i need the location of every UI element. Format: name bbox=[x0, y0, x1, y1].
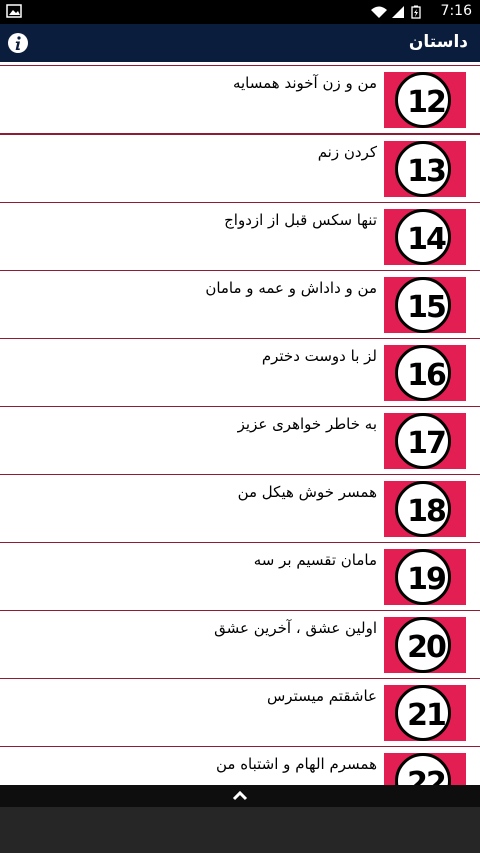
list-item[interactable]: لز با دوست دخترم 16 bbox=[0, 339, 480, 408]
number-circle: 16 bbox=[395, 345, 451, 401]
number-badge: 14 bbox=[384, 209, 466, 265]
story-number: 21 bbox=[407, 698, 447, 733]
number-circle: 19 bbox=[395, 549, 451, 605]
story-number: 13 bbox=[407, 154, 447, 189]
story-number: 15 bbox=[407, 290, 447, 325]
image-notification-icon bbox=[6, 4, 22, 18]
system-nav-bar bbox=[0, 807, 480, 853]
signal-icon bbox=[392, 6, 404, 18]
wifi-icon bbox=[371, 6, 387, 18]
story-number: 20 bbox=[407, 630, 447, 665]
story-list[interactable]: من و زن آخوند همسایه 12 کردن زنم 13 تنها… bbox=[0, 62, 480, 785]
list-item[interactable]: تنها سکس قبل از ازدواج 14 bbox=[0, 203, 480, 272]
story-number: 19 bbox=[407, 562, 447, 597]
number-badge: 18 bbox=[384, 481, 466, 537]
app-bar: داستان bbox=[0, 24, 480, 62]
story-title: همسر خوش هیکل من bbox=[237, 483, 377, 501]
list-item[interactable]: همسرم الهام و اشتباه من 22 bbox=[0, 747, 480, 785]
number-badge: 17 bbox=[384, 413, 466, 469]
story-title: کردن زنم bbox=[317, 143, 377, 161]
list-item[interactable]: اولین عشق ، آخرین عشق 20 bbox=[0, 611, 480, 680]
number-badge: 16 bbox=[384, 345, 466, 401]
story-number: 16 bbox=[407, 358, 447, 393]
story-title: به خاطر خواهری عزیز bbox=[237, 415, 377, 433]
number-circle: 13 bbox=[395, 141, 451, 197]
number-circle: 21 bbox=[395, 685, 451, 741]
story-number: 12 bbox=[407, 85, 447, 120]
scroll-top-bar[interactable] bbox=[0, 785, 480, 807]
story-title: اولین عشق ، آخرین عشق bbox=[214, 619, 377, 637]
list-item[interactable]: مامان تقسیم بر سه 19 bbox=[0, 543, 480, 612]
story-title: تنها سکس قبل از ازدواج bbox=[224, 211, 377, 229]
number-circle: 20 bbox=[395, 617, 451, 673]
info-icon[interactable] bbox=[6, 31, 30, 55]
list-item[interactable]: من و داداش و عمه و مامان 15 bbox=[0, 271, 480, 340]
battery-icon bbox=[411, 5, 421, 19]
number-circle: 22 bbox=[395, 753, 451, 785]
list-item[interactable]: کردن زنم 13 bbox=[0, 135, 480, 204]
list-item[interactable]: به خاطر خواهری عزیز 17 bbox=[0, 407, 480, 476]
number-circle: 14 bbox=[395, 209, 451, 265]
chevron-up-icon[interactable] bbox=[229, 787, 251, 805]
story-number: 17 bbox=[407, 426, 447, 461]
story-title: من و داداش و عمه و مامان bbox=[205, 279, 377, 297]
status-bar: 7:16 bbox=[0, 0, 480, 24]
story-title: لز با دوست دخترم bbox=[261, 347, 377, 365]
number-circle: 12 bbox=[395, 72, 451, 128]
number-badge: 21 bbox=[384, 685, 466, 741]
story-number: 22 bbox=[407, 766, 447, 785]
status-icons bbox=[371, 5, 421, 19]
story-number: 18 bbox=[407, 494, 447, 529]
story-title: مامان تقسیم بر سه bbox=[253, 551, 377, 569]
number-circle: 17 bbox=[395, 413, 451, 469]
list-item[interactable]: عاشقتم میسترس 21 bbox=[0, 679, 480, 748]
number-badge: 20 bbox=[384, 617, 466, 673]
number-badge: 22 bbox=[384, 753, 466, 785]
number-circle: 15 bbox=[395, 277, 451, 333]
story-title: عاشقتم میسترس bbox=[266, 687, 377, 705]
number-badge: 15 bbox=[384, 277, 466, 333]
story-title: همسرم الهام و اشتباه من bbox=[215, 755, 377, 773]
list-item[interactable]: همسر خوش هیکل من 18 bbox=[0, 475, 480, 544]
number-badge: 19 bbox=[384, 549, 466, 605]
list-item[interactable]: من و زن آخوند همسایه 12 bbox=[0, 66, 480, 135]
number-circle: 18 bbox=[395, 481, 451, 537]
story-number: 14 bbox=[407, 222, 447, 257]
number-badge: 12 bbox=[384, 72, 466, 128]
page-title: داستان bbox=[408, 32, 468, 52]
clock: 7:16 bbox=[440, 3, 472, 19]
number-badge: 13 bbox=[384, 141, 466, 197]
story-title: من و زن آخوند همسایه bbox=[232, 74, 377, 92]
